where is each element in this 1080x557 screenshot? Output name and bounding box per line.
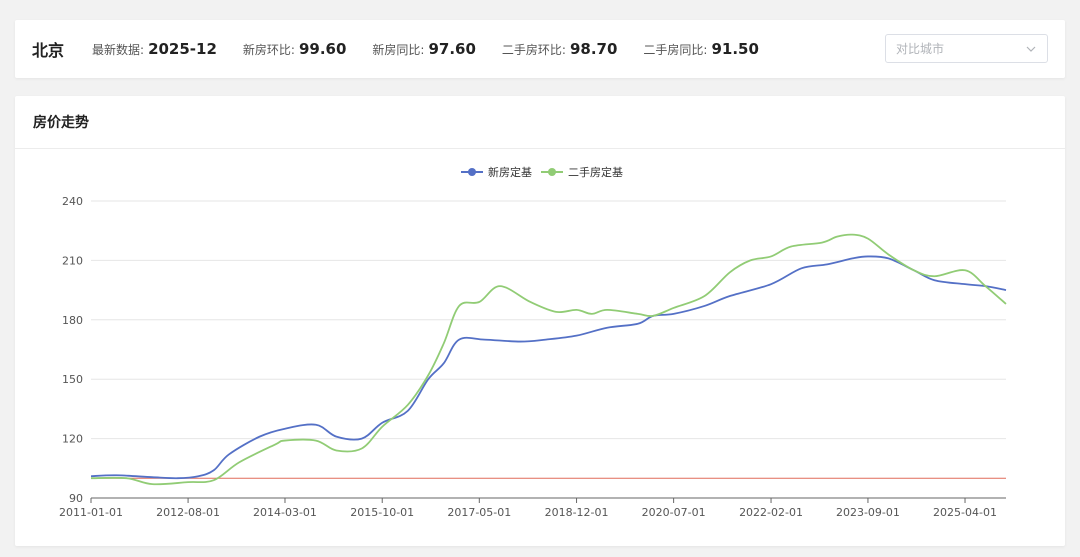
stat-second-hand-mom: 二手房环比: 98.70 [502,40,618,58]
stat-value: 2025-12 [148,40,217,58]
stat-label: 二手房同比: [643,43,708,57]
stat-value: 98.70 [569,40,618,58]
stat-value: 91.50 [711,40,759,58]
stat-new-home-yoy: 新房同比: 97.60 [372,40,476,58]
legend-label: 二手房定基 [568,165,623,179]
y-tick-label: 120 [62,433,83,446]
y-tick-label: 150 [62,373,83,386]
compare-city-select[interactable]: 对比城市 [885,34,1048,63]
stat-value: 97.60 [428,40,476,58]
stat-label: 新房同比: [372,43,425,57]
x-tick-label: 2025-04-01 [933,506,997,519]
y-tick-label: 240 [62,195,83,208]
x-tick-label: 2020-07-01 [642,506,706,519]
price-trend-card: 房价走势 90 120 150 180 210 240 2011-01-01 2012-08-… [15,96,1065,546]
y-tick-label: 210 [62,254,83,267]
x-tick-label: 2018-12-01 [545,506,609,519]
series-line-second-hand [90,233,1007,486]
stat-label: 新房环比: [242,43,295,57]
y-tick-label: 180 [62,314,83,327]
stat-value: 99.60 [298,40,347,58]
legend-swatch-dot [548,168,556,176]
x-tick-label: 2017-05-01 [447,506,511,519]
stat-latest-data: 最新数据: 2025-12 [92,40,217,58]
price-trend-chart: 90 120 150 180 210 240 2011-01-01 2012-08-01 201… [59,165,1007,519]
x-tick-label: 2014-03-01 [253,506,317,519]
y-tick-label: 90 [69,492,83,505]
chevron-down-icon [1026,46,1036,52]
x-tick-label: 2022-02-01 [739,506,803,519]
compare-city-placeholder: 对比城市 [896,42,945,56]
legend-swatch-dot [468,168,476,176]
stat-label: 最新数据: [92,43,145,57]
stat-second-hand-yoy: 二手房同比: 91.50 [643,40,759,58]
series-line-new-home [90,255,1007,480]
stat-label: 二手房环比: [501,43,566,57]
x-tick-label: 2011-01-01 [59,506,123,519]
summary-bar: 北京 最新数据: 2025-12 新房环比: 99.60 新房同比: 97.60… [15,20,1065,78]
chart-card-header: 房价走势 [15,96,1065,149]
legend-label: 新房定基 [488,165,532,179]
x-tick-label: 2012-08-01 [156,506,220,519]
stat-new-home-mom: 新房环比: 99.60 [243,40,347,58]
x-tick-label: 2023-09-01 [836,506,900,519]
x-tick-label: 2015-10-01 [350,506,414,519]
city-name: 北京 [32,41,65,60]
chart-title: 房价走势 [33,115,89,131]
